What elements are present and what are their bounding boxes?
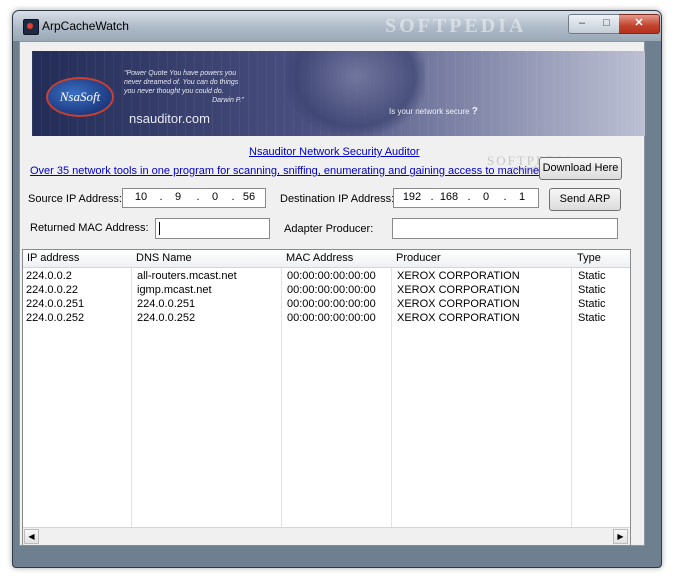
adapter-producer-label: Adapter Producer: (284, 223, 374, 235)
minimize-button[interactable]: – (568, 14, 596, 34)
destination-ip-label: Destination IP Address: (280, 193, 395, 205)
column-header-producer[interactable]: Producer (396, 252, 441, 264)
close-button[interactable]: ✕ (619, 14, 660, 34)
title-bar[interactable]: ArpCacheWatch SOFTPEDIA – □ ✕ (13, 11, 661, 41)
send-arp-button[interactable]: Send ARP (549, 188, 621, 211)
banner-site: nsauditor.com (129, 111, 210, 126)
cell-ip: 224.0.0.252 (26, 312, 85, 324)
scroll-right-icon[interactable]: ▶ (613, 529, 628, 544)
column-header-mac[interactable]: MAC Address (286, 252, 353, 264)
source-ip-octet-2: 9 (174, 191, 182, 203)
destination-ip-octet-2: 168 (439, 191, 459, 203)
horizontal-scrollbar[interactable]: ◀ ▶ (23, 527, 630, 545)
quote-text: "Power Quote You have powers you never d… (124, 70, 239, 95)
maximize-button[interactable]: □ (594, 14, 620, 34)
tagline-mark: ? (471, 106, 478, 117)
source-ip-octet-1: 10 (134, 191, 148, 203)
table-row[interactable]: 224.0.0.251 224.0.0.251 00:00:00:00:00:0… (23, 297, 630, 311)
banner-tagline: Is your network secure ? (389, 106, 478, 117)
cell-type: Static (578, 270, 606, 282)
adapter-producer-field[interactable] (392, 218, 618, 239)
cell-ip: 224.0.0.251 (26, 298, 85, 310)
nsasoft-logo: NsaSoft (46, 77, 114, 117)
scroll-left-icon[interactable]: ◀ (24, 529, 39, 544)
cell-dns: 224.0.0.252 (137, 312, 196, 324)
cell-mac: 00:00:00:00:00:00 (287, 298, 376, 310)
quote-author: Darwin P." (212, 97, 244, 104)
nsasoft-banner[interactable]: NsaSoft "Power Quote You have powers you… (32, 51, 645, 136)
column-header-dns[interactable]: DNS Name (136, 252, 192, 264)
arp-cache-table[interactable]: IP address DNS Name MAC Address Producer… (22, 249, 631, 546)
cell-dns: all-routers.mcast.net (137, 270, 237, 282)
cell-producer: XEROX CORPORATION (397, 270, 520, 282)
softpedia-watermark: SOFTPEDIA (385, 15, 527, 37)
table-row[interactable]: 224.0.0.2 all-routers.mcast.net 00:00:00… (23, 269, 630, 283)
column-header-type[interactable]: Type (577, 252, 601, 264)
banner-face-graphic (285, 51, 425, 136)
cell-mac: 00:00:00:00:00:00 (287, 284, 376, 296)
nsauditor-link[interactable]: Nsauditor Network Security Auditor (249, 146, 420, 158)
source-ip-label: Source IP Address: (28, 193, 122, 205)
tagline-text: Is your network secure (389, 107, 470, 116)
cell-producer: XEROX CORPORATION (397, 284, 520, 296)
table-row[interactable]: 224.0.0.22 igmp.mcast.net 00:00:00:00:00… (23, 283, 630, 297)
text-caret (159, 222, 160, 235)
cell-mac: 00:00:00:00:00:00 (287, 312, 376, 324)
returned-mac-field[interactable] (155, 218, 270, 239)
table-row[interactable]: 224.0.0.252 224.0.0.252 00:00:00:00:00:0… (23, 311, 630, 325)
cell-producer: XEROX CORPORATION (397, 298, 520, 310)
source-ip-octet-4: 56 (242, 191, 256, 203)
destination-ip-octet-1: 192 (402, 191, 422, 203)
cell-ip: 224.0.0.22 (26, 284, 78, 296)
download-here-button[interactable]: Download Here (539, 157, 622, 180)
cell-type: Static (578, 298, 606, 310)
source-ip-octet-3: 0 (211, 191, 219, 203)
banner-quote: "Power Quote You have powers you never d… (124, 69, 244, 105)
cell-ip: 224.0.0.2 (26, 270, 72, 282)
destination-ip-field[interactable]: 192 . 168 . 0 . 1 (393, 188, 539, 208)
logo-text: NsaSoft (59, 89, 101, 104)
cell-mac: 00:00:00:00:00:00 (287, 270, 376, 282)
table-header: IP address DNS Name MAC Address Producer… (23, 250, 630, 268)
cell-dns: 224.0.0.251 (137, 298, 196, 310)
client-area: NsaSoft "Power Quote You have powers you… (19, 41, 645, 546)
destination-ip-octet-4: 1 (518, 191, 526, 203)
cell-producer: XEROX CORPORATION (397, 312, 520, 324)
cell-type: Static (578, 312, 606, 324)
destination-ip-octet-3: 0 (482, 191, 490, 203)
window-title: ArpCacheWatch (42, 19, 129, 33)
source-ip-field[interactable]: 10 . 9 . 0 . 56 (122, 188, 266, 208)
cell-dns: igmp.mcast.net (137, 284, 212, 296)
column-header-ip[interactable]: IP address (27, 252, 79, 264)
network-tools-link[interactable]: Over 35 network tools in one program for… (30, 165, 551, 177)
app-icon[interactable] (23, 19, 39, 35)
cell-type: Static (578, 284, 606, 296)
returned-mac-label: Returned MAC Address: (30, 222, 149, 234)
